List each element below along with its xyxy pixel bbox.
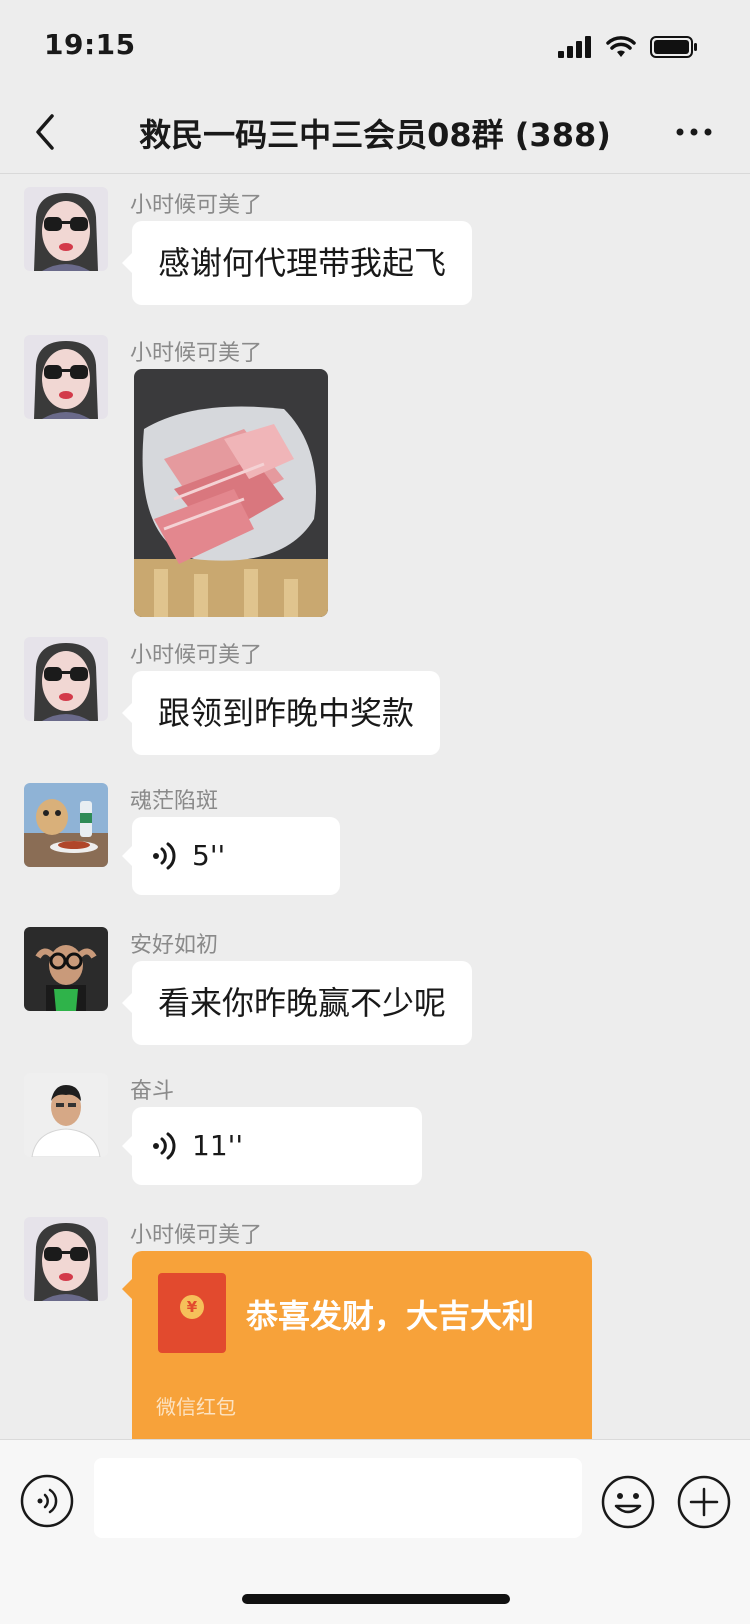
red-packet-label: 微信红包 [156,1395,236,1419]
photo-banknotes-in-bag[interactable] [134,369,328,617]
status-bar: 19:15 [0,0,750,90]
emoji-icon[interactable] [600,1474,656,1530]
voice-wave-icon [153,1132,176,1160]
text-bubble[interactable]: 跟领到昨晚中奖款 [121,671,441,755]
sender-name: 奋斗 [130,1079,175,1104]
battery-icon [650,36,697,58]
voice-message[interactable]: 11'' [122,1107,422,1185]
voice-duration: 11'' [192,1129,244,1162]
red-packet-icon: ¥ [158,1273,226,1353]
avatar-sunglasses-woman[interactable] [24,187,108,271]
text-bubble[interactable]: 看来你昨晚赢不少呢 [121,961,473,1045]
voice-duration: 5'' [192,839,226,872]
avatar-dog-table[interactable] [24,783,108,867]
chevron-left-icon[interactable] [26,110,66,154]
nav-bar: 救民一码三中三会员08群 (388) [0,90,750,174]
sender-name: 安好如初 [130,933,219,958]
more-dots-icon[interactable] [674,120,714,144]
signal-icon [558,36,591,58]
sender-name: 小时候可美了 [130,1223,263,1248]
home-indicator[interactable] [242,1594,510,1604]
sender-name: 魂茫陷斑 [130,789,219,814]
avatar-sunglasses-woman[interactable] [24,1217,108,1301]
red-packet-message[interactable]: ¥ 恭喜发财，大吉大利 微信红包 [132,1251,592,1439]
voice-input-icon[interactable] [20,1474,74,1528]
sender-name: 小时候可美了 [130,643,263,668]
red-packet-greeting: 恭喜发财，大吉大利 [246,1297,535,1335]
chat-title: 救民一码三中三会员08群 (388) [139,116,611,154]
plus-icon[interactable] [676,1474,732,1530]
avatar-sunglasses-woman[interactable] [24,335,108,419]
voice-wave-icon [153,842,176,870]
sender-name: 小时候可美了 [130,341,263,366]
text-bubble[interactable]: 感谢何代理带我起飞 [121,221,473,305]
status-icons [558,32,698,62]
avatar-sunglasses-woman[interactable] [24,637,108,721]
chat-message-list[interactable]: 小时候可美了 感谢何代理带我起飞 小时候可美了 小时候可美了 跟领到昨晚中奖款 … [0,175,750,1439]
status-time: 19:15 [44,28,136,61]
avatar-man-goggles[interactable] [24,927,108,1011]
wifi-icon [606,36,636,57]
voice-message[interactable]: 5'' [122,817,340,895]
message-input[interactable] [94,1458,582,1538]
yuan-coin-icon: ¥ [180,1295,204,1319]
sender-name: 小时候可美了 [130,193,263,218]
bubble-arrow [122,1279,132,1299]
avatar-man-white-shirt[interactable] [24,1073,108,1157]
